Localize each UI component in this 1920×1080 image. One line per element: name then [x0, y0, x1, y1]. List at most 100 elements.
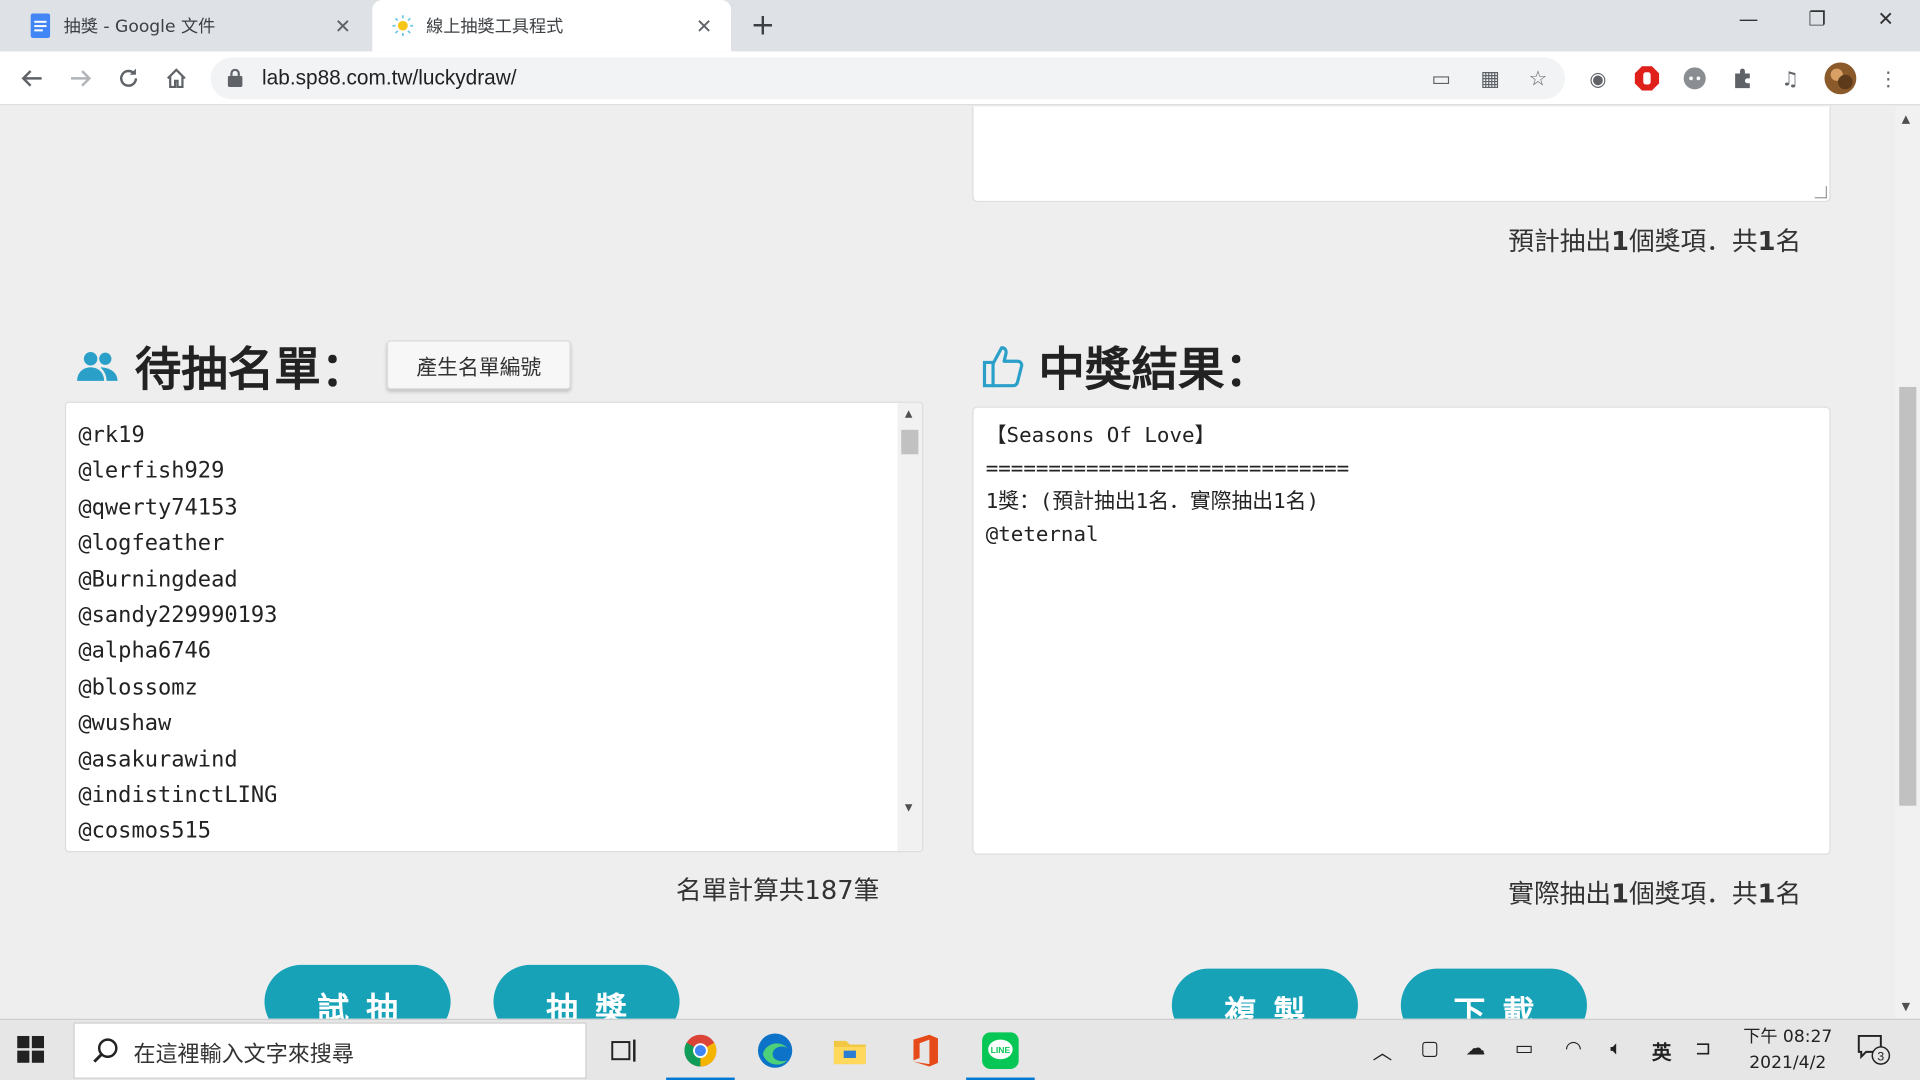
home-icon[interactable] [160, 62, 192, 94]
draw-button[interactable]: 抽獎 [493, 964, 680, 1019]
count-value: 187 [804, 875, 854, 905]
estimate-suffix: 名 [1775, 226, 1802, 256]
list-item: @lerfish929 [78, 458, 225, 485]
scroll-thumb[interactable] [901, 429, 919, 455]
result-title: 中獎結果： [1038, 342, 1272, 397]
candidate-list-textarea[interactable]: @rk19 @lerfish929 @qwerty74153 @logfeather @… [64, 401, 924, 853]
actual-suffix: 名 [1775, 879, 1802, 909]
notification-center-icon[interactable]: 3 [1856, 1033, 1893, 1070]
tab-title: 抽獎 - Google 文件 [63, 17, 216, 37]
discord-icon[interactable] [1681, 65, 1708, 92]
chrome-icon[interactable] [666, 1024, 735, 1080]
avatar[interactable] [1823, 61, 1857, 95]
clock-time: 下午 08:27 [1743, 1027, 1833, 1047]
ime-indicator[interactable]: 英 [1652, 1036, 1672, 1065]
forward-icon[interactable] [65, 62, 97, 94]
actual-prizes: 1 [1611, 879, 1630, 909]
address-bar[interactable]: lab.sp88.com.tw/luckydraw/ ▭ ▦ ☆ [210, 57, 1565, 100]
copy-button[interactable]: 複製 [1171, 968, 1358, 1019]
tab-luckydraw[interactable]: 線上抽獎工具程式 ✕ [372, 0, 732, 52]
close-tab-icon[interactable]: ✕ [331, 13, 355, 37]
svg-text:LINE: LINE [991, 1045, 1011, 1055]
onedrive-icon[interactable]: ☁ [1466, 1036, 1486, 1059]
generate-numbers-button[interactable]: 產生名單編號 [386, 340, 571, 390]
windows-taskbar: 在這裡輸入文字來搜尋 LINE ︿ ▢ ☁ ▭ ◠ 🔈︎ 英 ⊐ 下午 08:2… [0, 1018, 1920, 1080]
battery-icon[interactable]: ▭ [1515, 1036, 1534, 1059]
page-content: 預計抽出1個獎項．共1名 待抽名單： 產生名單編號 @rk19 @lerfish9… [0, 106, 1896, 1019]
lock-icon [227, 68, 243, 92]
actual-mid: 個獎項．共 [1629, 879, 1758, 909]
download-button[interactable]: 下載 [1400, 968, 1587, 1019]
list-item: @logfeather [78, 530, 225, 557]
notification-count: 3 [1877, 1049, 1884, 1063]
tab-title: 線上抽獎工具程式 [426, 17, 564, 37]
volume-icon[interactable]: 🔈︎ [1610, 1036, 1622, 1060]
estimate-prizes: 1 [1611, 226, 1630, 256]
url-text: lab.sp88.com.tw/luckydraw/ [262, 66, 517, 90]
back-icon[interactable] [16, 62, 48, 94]
taskbar-search-box[interactable]: 在這裡輸入文字來搜尋 [73, 1022, 587, 1079]
tab-google-docs[interactable]: 抽獎 - Google 文件 ✕ [10, 0, 370, 51]
tab-strip: 抽獎 - Google 文件 ✕ 線上抽獎工具程式 ✕ + — ❐ ✕ [0, 0, 1920, 52]
meet-now-icon[interactable]: ▢ [1420, 1036, 1439, 1059]
result-heading: 中獎結果： [982, 332, 1271, 399]
new-tab-button[interactable]: + [747, 10, 779, 42]
close-window-icon[interactable]: ✕ [1861, 7, 1910, 39]
list-heading: 待抽名單： [76, 332, 367, 399]
file-explorer-icon[interactable] [816, 1024, 885, 1078]
scroll-thumb[interactable] [1899, 386, 1917, 806]
scroll-down-icon[interactable]: ▼ [1902, 1002, 1910, 1014]
list-item: @rk19 [78, 422, 145, 449]
list-item: @sandy229990193 [78, 602, 278, 629]
list-item: @asakurawind [78, 746, 238, 773]
page-scrollbar[interactable]: ▲ ▼ [1895, 106, 1920, 1019]
thumbs-up-icon [982, 343, 1024, 387]
edge-icon[interactable] [741, 1024, 810, 1078]
task-view-icon[interactable] [590, 1024, 659, 1078]
close-tab-icon[interactable]: ✕ [692, 13, 716, 37]
result-line: @teternal [985, 522, 1099, 548]
prize-input-textarea[interactable] [972, 106, 1831, 203]
result-textarea[interactable]: 【Seasons Of Love】 ======================… [972, 406, 1831, 855]
list-item: @Burningdead [78, 566, 238, 593]
cast-device-icon[interactable]: ▭ [1428, 66, 1455, 93]
scroll-up-icon[interactable]: ▲ [1902, 114, 1910, 126]
qr-code-icon[interactable]: ▦ [1477, 66, 1504, 93]
extensions-puzzle-icon[interactable] [1729, 65, 1756, 92]
input-mode-icon[interactable]: ⊐ [1695, 1036, 1711, 1059]
bookmark-star-icon[interactable]: ☆ [1525, 66, 1552, 93]
list-item: @blossomz [78, 674, 198, 701]
list-item: @indistinctLING [78, 782, 278, 809]
adblock-icon[interactable] [1633, 65, 1660, 92]
extension-camera-icon[interactable]: ◉ [1585, 65, 1612, 92]
taskbar-clock[interactable]: 下午 08:27 2021/4/2 [1727, 1025, 1849, 1076]
list-item: @wushaw [78, 710, 172, 737]
actual-text: 實際抽出1個獎項．共1名 [1508, 874, 1801, 911]
resize-grip-icon[interactable] [897, 826, 923, 852]
trial-draw-button[interactable]: 試抽 [264, 964, 451, 1019]
reload-icon[interactable] [113, 62, 145, 94]
search-icon [92, 1037, 119, 1069]
estimate-text: 預計抽出1個獎項．共1名 [1508, 222, 1801, 259]
show-hidden-icons-chevron-icon[interactable]: ︿ [1373, 1036, 1393, 1065]
scroll-down-icon[interactable]: ▼ [905, 802, 913, 813]
candidate-count: 名單計算共187筆 [676, 871, 879, 908]
list-scrollbar[interactable]: ▲ ▼ [897, 402, 923, 852]
count-prefix: 名單計算共 [675, 875, 805, 905]
line-icon[interactable]: LINE [966, 1024, 1035, 1080]
restore-icon[interactable]: ❐ [1793, 7, 1842, 39]
minimize-icon[interactable]: — [1724, 7, 1773, 39]
estimate-people: 1 [1757, 226, 1776, 256]
resize-grip-icon[interactable] [1814, 186, 1827, 199]
wifi-icon[interactable]: ◠ [1565, 1036, 1582, 1059]
result-line: 【Seasons Of Love】 [985, 423, 1216, 449]
windows-start-icon[interactable] [17, 1035, 45, 1068]
google-docs-icon [29, 13, 51, 38]
list-title: 待抽名單： [134, 342, 368, 397]
menu-kebab-icon[interactable]: ⋮ [1875, 65, 1902, 92]
scroll-up-icon[interactable]: ▲ [905, 408, 913, 419]
office-icon[interactable] [891, 1024, 960, 1078]
sun-favicon-icon [392, 15, 414, 37]
media-control-icon[interactable]: ♫ [1777, 65, 1804, 92]
estimate-mid: 個獎項．共 [1629, 226, 1758, 256]
